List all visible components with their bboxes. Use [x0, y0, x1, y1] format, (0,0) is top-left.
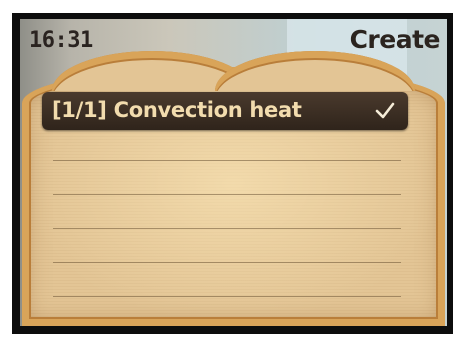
- list-row-divider: [53, 296, 401, 297]
- list-row-divider: [53, 160, 401, 161]
- list-item-label: [1/1] Convection heat: [52, 98, 302, 122]
- page-title: Create: [349, 25, 441, 54]
- list-row-divider: [53, 228, 401, 229]
- header-bar: 16:31 Create: [20, 19, 447, 59]
- list-item-selected[interactable]: [1/1] Convection heat: [42, 92, 408, 130]
- program-list: [1/1] Convection heat: [20, 90, 447, 310]
- check-icon: [375, 102, 395, 119]
- list-row-divider: [53, 262, 401, 263]
- list-row-divider: [53, 194, 401, 195]
- clock-time: 16:31: [29, 28, 93, 53]
